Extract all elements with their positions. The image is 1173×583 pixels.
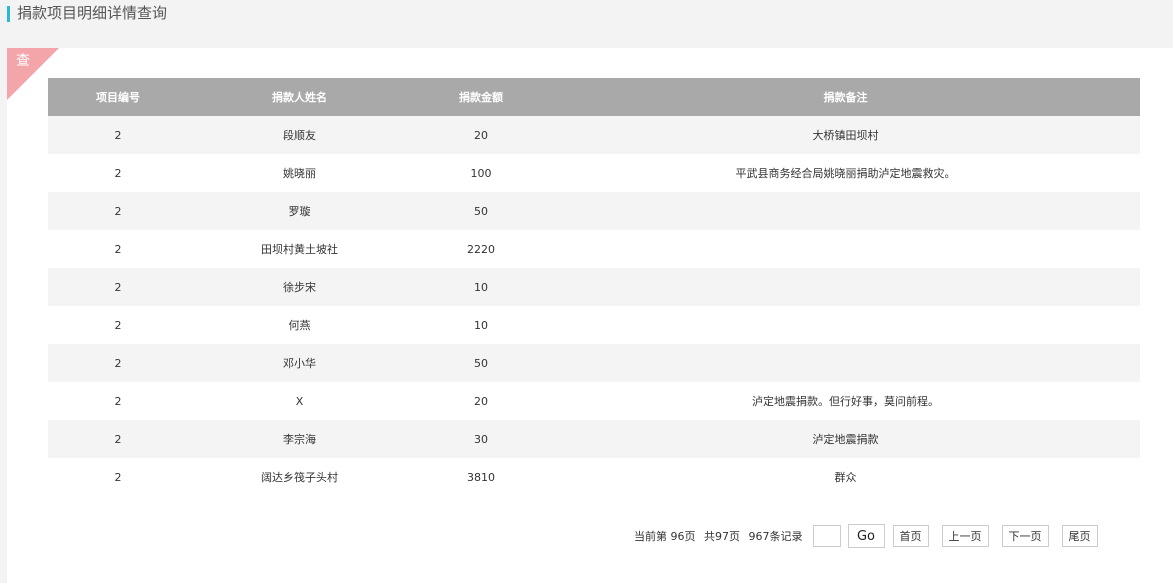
column-header-amount: 捐款金额 xyxy=(411,78,551,116)
remark-cell: 大桥镇田坝村 xyxy=(551,116,1140,154)
table-row: 2 罗璇 50 xyxy=(48,192,1140,230)
remark-cell xyxy=(551,306,1140,344)
table-row: 2 何燕 10 xyxy=(48,306,1140,344)
column-header-remark: 捐款备注 xyxy=(551,78,1140,116)
project-id-cell: 2 xyxy=(48,458,188,496)
table-row: 2 X 20 泸定地震捐款。但行好事，莫问前程。 xyxy=(48,382,1140,420)
amount-cell: 3810 xyxy=(411,458,551,496)
amount-cell: 50 xyxy=(411,344,551,382)
project-id-cell: 2 xyxy=(48,192,188,230)
prev-page-button[interactable]: 上一页 xyxy=(941,525,989,547)
table-header-row: 项目编号 捐款人姓名 捐款金额 捐款备注 xyxy=(48,78,1140,116)
page-title: 捐款项目明细详情查询 xyxy=(17,4,168,22)
amount-cell: 10 xyxy=(411,268,551,306)
project-id-cell: 2 xyxy=(48,344,188,382)
donation-table: 项目编号 捐款人姓名 捐款金额 捐款备注 2 段顺友 20 大桥镇田坝村 2 姚晓丽 100… xyxy=(48,78,1140,496)
donor-name-cell: 罗璇 xyxy=(188,192,411,230)
donor-name-cell: 邓小华 xyxy=(188,344,411,382)
donor-name-cell: 姚晓丽 xyxy=(188,154,411,192)
project-id-cell: 2 xyxy=(48,154,188,192)
project-id-cell: 2 xyxy=(48,230,188,268)
remark-cell xyxy=(551,230,1140,268)
donor-name-cell: 何燕 xyxy=(188,306,411,344)
title-accent-bar xyxy=(7,6,10,22)
amount-cell: 2220 xyxy=(411,230,551,268)
donor-name-cell: X xyxy=(188,382,411,420)
project-id-cell: 2 xyxy=(48,268,188,306)
table-row: 2 李宗海 30 泸定地震捐款 xyxy=(48,420,1140,458)
project-id-cell: 2 xyxy=(48,306,188,344)
first-page-button[interactable]: 首页 xyxy=(892,525,929,547)
donor-name-cell: 李宗海 xyxy=(188,420,411,458)
table-row: 2 阔达乡筏子头村 3810 群众 xyxy=(48,458,1140,496)
remark-cell: 泸定地震捐款。但行好事，莫问前程。 xyxy=(551,382,1140,420)
donor-name-cell: 徐步宋 xyxy=(188,268,411,306)
amount-cell: 100 xyxy=(411,154,551,192)
total-pages-text: 共97页 xyxy=(704,530,740,543)
go-button[interactable]: Go xyxy=(847,524,885,548)
page-header: 捐款项目明细详情查询 xyxy=(0,0,1173,30)
page-number-input[interactable] xyxy=(812,525,841,547)
results-panel: 查 项目编号 捐款人姓名 捐款金额 捐款备注 2 段顺友 20 大桥镇田坝村 2 姚晓丽 1… xyxy=(7,48,1173,583)
project-id-cell: 2 xyxy=(48,116,188,154)
column-header-donor-name: 捐款人姓名 xyxy=(188,78,411,116)
pagination: 当前第 96页 共97页 967条记录 Go 首页 上一页 下一页 尾页 xyxy=(634,524,1098,548)
amount-cell: 20 xyxy=(411,382,551,420)
last-page-button[interactable]: 尾页 xyxy=(1061,525,1098,547)
table-row: 2 段顺友 20 大桥镇田坝村 xyxy=(48,116,1140,154)
column-header-project-id: 项目编号 xyxy=(48,78,188,116)
table-row: 2 徐步宋 10 xyxy=(48,268,1140,306)
remark-cell: 群众 xyxy=(551,458,1140,496)
amount-cell: 50 xyxy=(411,192,551,230)
amount-cell: 10 xyxy=(411,306,551,344)
table-row: 2 田坝村黄土坡社 2220 xyxy=(48,230,1140,268)
remark-cell: 平武县商务经合局姚晓丽捐助泸定地震救灾。 xyxy=(551,154,1140,192)
project-id-cell: 2 xyxy=(48,382,188,420)
total-records-text: 967条记录 xyxy=(748,530,803,543)
amount-cell: 30 xyxy=(411,420,551,458)
remark-cell xyxy=(551,192,1140,230)
remark-cell xyxy=(551,268,1140,306)
project-id-cell: 2 xyxy=(48,420,188,458)
donor-name-cell: 阔达乡筏子头村 xyxy=(188,458,411,496)
corner-ribbon-label: 查 xyxy=(16,53,30,69)
donor-name-cell: 段顺友 xyxy=(188,116,411,154)
current-page-text: 当前第 96页 xyxy=(634,530,696,543)
donor-name-cell: 田坝村黄土坡社 xyxy=(188,230,411,268)
table-row: 2 邓小华 50 xyxy=(48,344,1140,382)
remark-cell: 泸定地震捐款 xyxy=(551,420,1140,458)
amount-cell: 20 xyxy=(411,116,551,154)
next-page-button[interactable]: 下一页 xyxy=(1001,525,1049,547)
table-row: 2 姚晓丽 100 平武县商务经合局姚晓丽捐助泸定地震救灾。 xyxy=(48,154,1140,192)
pagination-info: 当前第 96页 共97页 967条记录 xyxy=(634,528,808,544)
remark-cell xyxy=(551,344,1140,382)
